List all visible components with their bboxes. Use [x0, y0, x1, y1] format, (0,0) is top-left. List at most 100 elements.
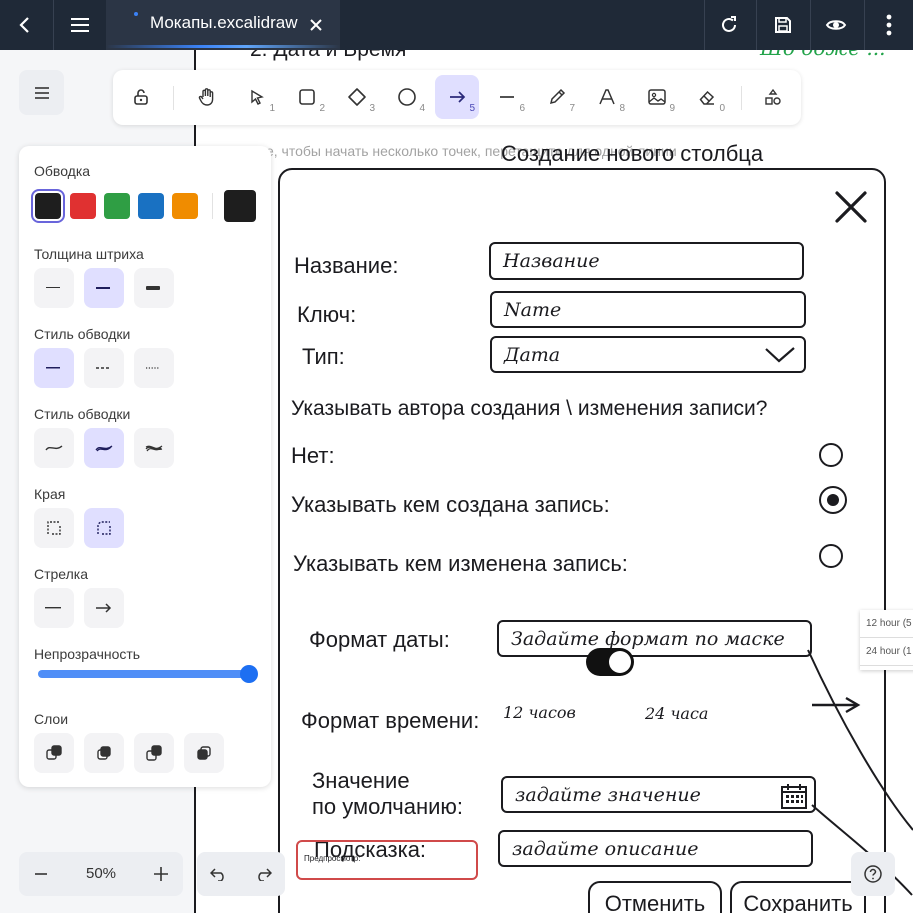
zoom-out-button[interactable] [19, 852, 63, 896]
stroke-width-bold[interactable] [84, 268, 124, 308]
help-icon [864, 865, 882, 883]
help-button[interactable] [851, 852, 895, 896]
shortcut-number: 1 [269, 103, 275, 114]
hint-field[interactable]: задайте описание [498, 830, 813, 867]
mockup-close-icon[interactable] [834, 190, 868, 224]
shortcut-number: 9 [669, 103, 675, 114]
hamburger-icon [71, 18, 89, 32]
date-format-label: Формат даты: [309, 627, 450, 652]
rectangle-icon [299, 89, 315, 105]
default-label-line1: Значение [312, 768, 410, 793]
shortcut-number: 4 [419, 103, 425, 114]
arrow-right-icon [450, 91, 466, 103]
dropdown-option-24[interactable]: 24 hour (1 [860, 638, 913, 666]
sloppiness-artist[interactable] [84, 428, 124, 468]
current-color-picker[interactable] [224, 190, 256, 222]
save-button[interactable]: Сохранить [730, 881, 866, 913]
save-file-button[interactable] [758, 0, 808, 50]
color-swatch-black[interactable] [31, 189, 65, 223]
radio-no[interactable] [819, 443, 843, 467]
hand-icon [198, 88, 214, 106]
view-mode-button[interactable] [812, 0, 860, 50]
name-field[interactable]: Название [489, 242, 804, 280]
edges-label: Края [34, 486, 66, 502]
calendar-icon[interactable] [780, 782, 808, 810]
tool-rectangle[interactable]: 2 [285, 75, 329, 119]
key-field[interactable]: Name [490, 291, 806, 328]
thin-line-icon [46, 287, 60, 288]
layer-send-backward[interactable] [84, 733, 124, 773]
sloppiness-cartoonist[interactable] [134, 428, 174, 468]
zoom-level[interactable]: 50% [71, 865, 131, 882]
tab-mockups[interactable]: Мокапы.excalidraw [106, 0, 340, 50]
tool-eraser[interactable]: 0 [685, 75, 729, 119]
stroke-style-solid[interactable] [34, 348, 74, 388]
layer-bring-forward[interactable] [134, 733, 174, 773]
sloppiness-architect[interactable] [34, 428, 74, 468]
color-swatch-green[interactable] [104, 193, 130, 219]
tool-line[interactable]: 6 [485, 75, 529, 119]
color-swatch-orange[interactable] [172, 193, 198, 219]
stroke-width-thin[interactable] [34, 268, 74, 308]
opacity-slider-handle[interactable] [240, 665, 258, 683]
tool-arrow[interactable]: 5 [435, 75, 479, 119]
more-options-button[interactable] [866, 0, 912, 50]
tool-text[interactable]: 8 [585, 75, 629, 119]
tool-more-shapes[interactable] [751, 75, 795, 119]
no-arrowhead-icon [45, 607, 61, 609]
layer-bring-to-front[interactable] [184, 733, 224, 773]
tool-diamond[interactable]: 3 [335, 75, 379, 119]
layer-send-to-back[interactable] [34, 733, 74, 773]
edges-round[interactable] [84, 508, 124, 548]
edges-sharp[interactable] [34, 508, 74, 548]
radio-modified[interactable] [819, 544, 843, 568]
app-bar: Мокапы.excalidraw [0, 0, 913, 50]
opacity-slider-track[interactable] [38, 670, 250, 678]
tool-draw[interactable]: 7 [535, 75, 579, 119]
main-menu-button[interactable] [19, 70, 64, 115]
hamburger-icon [34, 86, 49, 99]
extra-bold-line-icon [146, 286, 160, 290]
menu-button[interactable] [56, 0, 104, 50]
time-format-toggle[interactable] [586, 648, 634, 676]
tab-title: Мокапы.excalidraw [150, 13, 298, 32]
tool-lock[interactable] [119, 75, 163, 119]
type-select[interactable]: Дата [490, 336, 806, 373]
default-value-field[interactable]: задайте значение [501, 776, 816, 813]
color-swatch-red[interactable] [70, 193, 96, 219]
tool-selection[interactable]: 1 [235, 75, 279, 119]
back-button[interactable] [0, 0, 50, 50]
type-label: Тип: [302, 344, 345, 369]
tab-close-button[interactable] [306, 0, 326, 50]
reload-button[interactable] [706, 0, 752, 50]
shortcut-number: 0 [719, 103, 725, 114]
stroke-style-dashed[interactable] [84, 348, 124, 388]
text-icon [599, 89, 615, 105]
arrowhead-none[interactable] [34, 588, 74, 628]
dropdown-option-12[interactable]: 12 hour (5 [860, 610, 913, 638]
date-format-field[interactable]: Задайте формат по маске [497, 620, 812, 657]
color-swatch-blue[interactable] [138, 193, 164, 219]
arrowhead-arrow[interactable] [84, 588, 124, 628]
stroke-label: Обводка [34, 163, 91, 179]
stroke-style-dotted[interactable] [134, 348, 174, 388]
floppy-disk-icon [775, 17, 791, 33]
option-no-label: Нет: [291, 443, 335, 468]
radio-created[interactable] [819, 486, 847, 514]
redo-button[interactable] [241, 852, 285, 896]
undo-button[interactable] [197, 852, 241, 896]
zoom-in-button[interactable] [139, 852, 183, 896]
option-modified-label: Указывать кем изменена запись: [293, 551, 628, 576]
section-heading: 2. Дата и Время [250, 50, 406, 62]
tool-ellipse[interactable]: 4 [385, 75, 429, 119]
mockup-title: Создание нового столбца [501, 141, 764, 166]
tool-hand[interactable] [185, 75, 229, 119]
diamond-icon [348, 88, 366, 106]
cancel-button[interactable]: Отменить [588, 881, 722, 913]
arrowhead-icon [96, 603, 112, 613]
stroke-width-extra-bold[interactable] [134, 268, 174, 308]
shortcut-number: 7 [569, 103, 575, 114]
round-corner-icon [97, 521, 111, 535]
more-vertical-icon [886, 14, 892, 36]
tool-image[interactable]: 9 [635, 75, 679, 119]
